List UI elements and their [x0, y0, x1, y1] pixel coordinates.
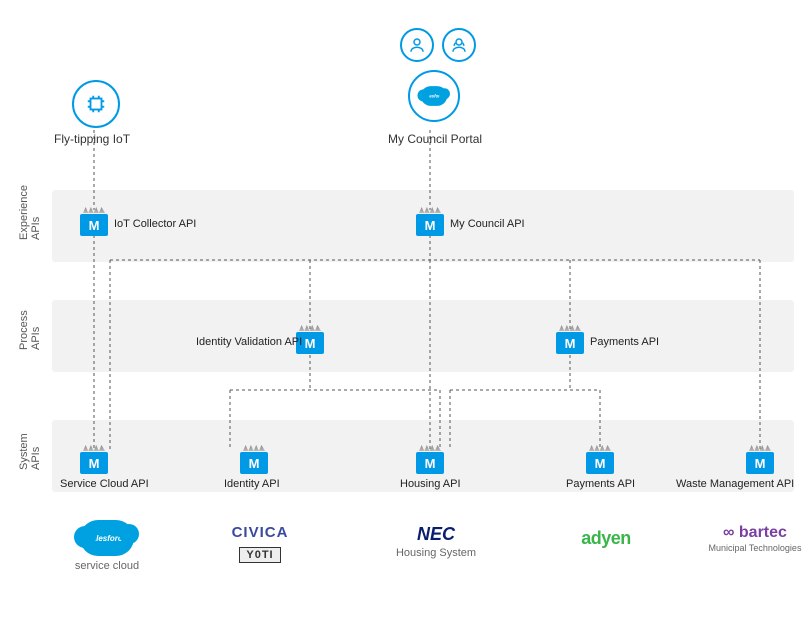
- persona-male-icon: [400, 28, 434, 62]
- identity-api-label: Identity API: [224, 478, 280, 490]
- payments-process-api-icon: M: [556, 332, 584, 354]
- service-cloud-api-label: Service Cloud API: [60, 478, 149, 490]
- vendor-bartec-sub: Municipal Technologies: [700, 544, 810, 554]
- payments-process-api-label: Payments API: [590, 336, 659, 348]
- payments-system-api-icon: M: [586, 452, 614, 474]
- vendor-salesforce-label: service cloud: [62, 560, 152, 572]
- vendor-bartec: ∞ bartec Municipal Technologies: [700, 524, 810, 554]
- fly-tipping-label: Fly-tipping IoT: [54, 132, 130, 146]
- payments-system-api-label: Payments API: [566, 478, 635, 490]
- my-council-api-label: My Council API: [450, 218, 525, 230]
- experience-layer-label: Experience APIs: [18, 220, 42, 240]
- vendor-nec-logo: NEC: [386, 524, 486, 545]
- housing-api-label: Housing API: [400, 478, 461, 490]
- vendor-bartec-logo: bartec: [739, 524, 787, 541]
- architecture-diagram: Experience APIs Process APIs System APIs…: [0, 0, 812, 627]
- service-cloud-api-icon: M: [80, 452, 108, 474]
- vendor-civica-logo: CIVICA: [210, 524, 310, 541]
- process-layer-band: [52, 300, 794, 372]
- identity-api-icon: M: [240, 452, 268, 474]
- persona-female-icon: [442, 28, 476, 62]
- vendor-adyen: adyen: [556, 528, 656, 551]
- vendor-yoti-logo: Y0TI: [239, 547, 280, 563]
- vendor-adyen-logo: adyen: [556, 528, 656, 549]
- salesforce-logo-text: salesforce: [423, 94, 445, 99]
- salesforce-logo-text-2: salesforce: [87, 534, 127, 543]
- vendor-salesforce: salesforce service cloud: [62, 520, 152, 572]
- vendor-civica-yoti: CIVICA Y0TI: [210, 524, 310, 563]
- vendor-nec-sub: Housing System: [386, 547, 486, 559]
- fly-tipping-icon: [72, 80, 120, 128]
- process-layer-label: Process APIs: [18, 330, 42, 350]
- my-council-api-icon: M: [416, 214, 444, 236]
- system-layer-label: System APIs: [18, 450, 42, 470]
- housing-api-icon: M: [416, 452, 444, 474]
- my-council-portal-label: My Council Portal: [388, 132, 482, 146]
- vendor-nec: NEC Housing System: [386, 524, 486, 559]
- salesforce-cloud-icon: salesforce: [408, 70, 460, 122]
- waste-mgmt-api-icon: M: [746, 452, 774, 474]
- iot-collector-api-label: IoT Collector API: [114, 218, 196, 230]
- iot-collector-api-icon: M: [80, 214, 108, 236]
- identity-validation-api-label: Identity Validation API: [196, 336, 292, 348]
- waste-mgmt-api-label: Waste Management API: [676, 478, 794, 490]
